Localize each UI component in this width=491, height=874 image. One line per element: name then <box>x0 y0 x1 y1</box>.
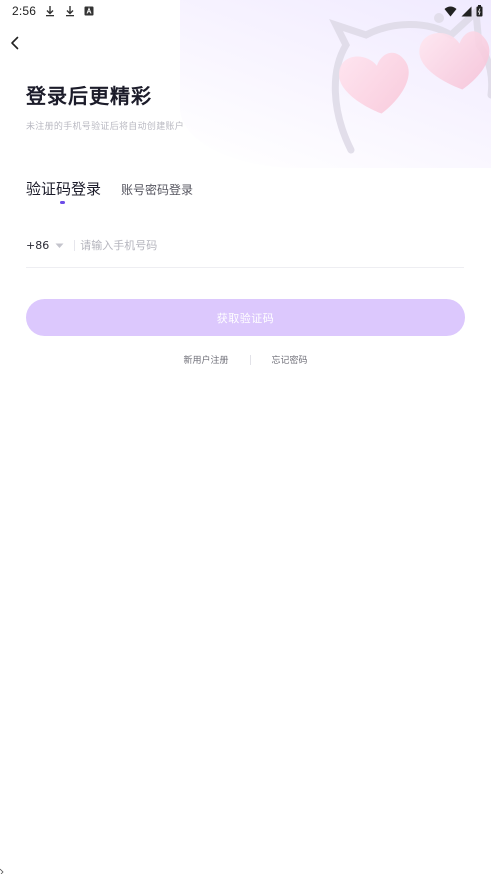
page-title: 登录后更精彩 <box>26 84 152 108</box>
forgot-password-link[interactable]: 忘记密码 <box>272 353 308 366</box>
status-bar: 2:56 <box>0 0 491 22</box>
tab-sms-login[interactable]: 验证码登录 <box>26 178 101 199</box>
corner-mark <box>0 868 4 874</box>
active-tab-indicator <box>60 201 65 204</box>
divider <box>74 240 76 251</box>
phone-number-input[interactable] <box>80 239 381 252</box>
login-tabs: 验证码登录 账号密码登录 <box>26 178 193 204</box>
status-right <box>444 5 483 17</box>
auth-links: 新用户注册 忘记密码 <box>0 353 491 366</box>
font-a-icon <box>84 6 94 16</box>
wifi-icon <box>444 6 457 17</box>
chevron-left-icon <box>11 36 19 50</box>
signal-icon <box>461 6 472 17</box>
login-page: 2:56 登录后更精彩 未注册的手机号验证后将自动创建账户 验证码登录 账号密码… <box>0 0 491 874</box>
phone-input-row: +86 <box>26 232 464 268</box>
heart-cat-illustration <box>329 4 491 154</box>
page-subtitle: 未注册的手机号验证后将自动创建账户 <box>26 122 185 132</box>
country-code: +86 <box>26 239 50 252</box>
get-verification-code-button[interactable]: 获取验证码 <box>26 299 465 336</box>
caret-down-icon <box>55 243 64 248</box>
status-time: 2:56 <box>12 4 37 18</box>
status-left: 2:56 <box>12 4 94 18</box>
divider <box>249 354 251 365</box>
register-link[interactable]: 新用户注册 <box>183 353 228 366</box>
battery-icon <box>476 5 483 17</box>
tab-password-login[interactable]: 账号密码登录 <box>121 181 193 199</box>
country-code-selector[interactable]: +86 <box>26 239 64 252</box>
download-icon <box>44 5 56 17</box>
download-icon <box>64 5 76 17</box>
back-button[interactable] <box>4 32 26 54</box>
